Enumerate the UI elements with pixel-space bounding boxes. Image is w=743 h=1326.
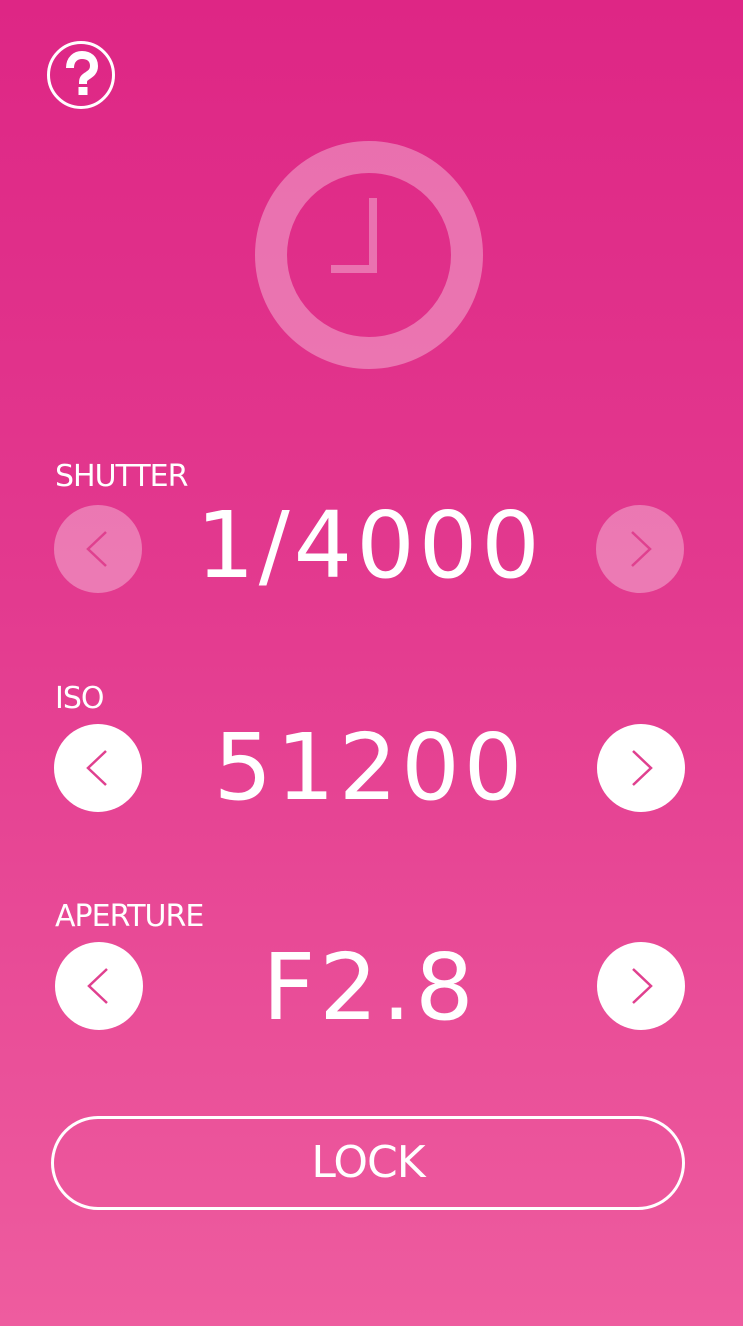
chevron-right-icon: [632, 750, 653, 786]
shutter-increase-button[interactable]: [596, 505, 684, 593]
aperture-increase-button[interactable]: [597, 942, 685, 1030]
aperture-label: APERTURE: [55, 899, 204, 934]
chevron-left-icon: [86, 531, 107, 567]
shutter-label: SHUTTER: [55, 459, 188, 494]
shutter-value: 1/4000: [196, 492, 544, 599]
iso-label: ISO: [55, 681, 105, 716]
chevron-left-icon: [87, 968, 108, 1004]
iso-decrease-button[interactable]: [54, 724, 142, 812]
aperture-value: F2.8: [262, 934, 478, 1041]
aperture-decrease-button[interactable]: [55, 942, 143, 1030]
shutter-decrease-button[interactable]: [54, 505, 142, 593]
chevron-left-icon: [86, 750, 107, 786]
help-button[interactable]: [47, 41, 115, 109]
clock-icon: [255, 141, 483, 369]
iso-increase-button[interactable]: [597, 724, 685, 812]
lock-button[interactable]: LOCK: [51, 1116, 685, 1210]
iso-value: 51200: [213, 714, 527, 821]
chevron-right-icon: [632, 968, 653, 1004]
chevron-right-icon: [631, 531, 652, 567]
question-mark-icon: [66, 50, 99, 95]
camera-settings-screen: SHUTTER 1/4000 ISO 51200 APERTURE F2.8 L…: [0, 0, 743, 1326]
